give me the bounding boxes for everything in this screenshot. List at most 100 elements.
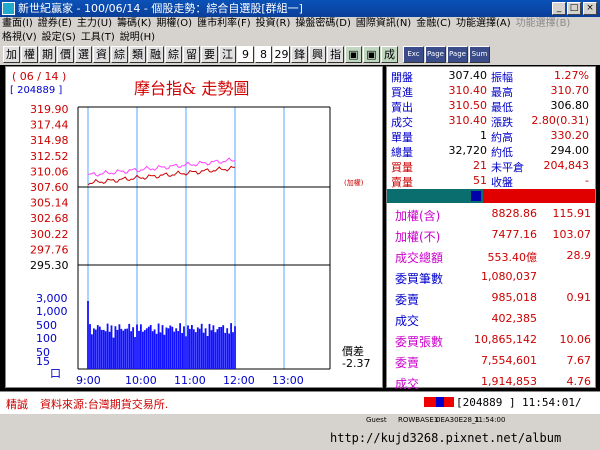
menu-item-3[interactable]: 籌碼(K) [115,17,153,31]
toolbar-button-19[interactable]: ▣ [345,46,362,63]
menu-item-2[interactable]: 主力(U) [75,17,114,31]
menu-item-6[interactable]: 投資(R) [254,17,293,31]
toolbar-button-3[interactable]: 價 [57,46,74,63]
volume-tick-6: 口 [50,367,61,380]
toolbar-button-18[interactable]: 指 [327,46,344,63]
quote-label2-0: 振幅 [491,71,513,84]
menu-bar: 畫面(I) 證券(E) 主力(U) 籌碼(K) 期權(O) 匯市利率(F) 投資(R) 操盤密… [0,17,600,31]
task-item-1: ROWBASE1 [398,416,439,424]
toolbar-button-15[interactable]: 29 [273,46,290,63]
chart-panel: ( 06 / 14 ) [ 204889 ] 摩台指& 走勢圖 319.90 31… [5,66,383,388]
menu-item-11[interactable]: 功能選擇(B) [514,17,573,31]
toolbar-icon-button-0[interactable]: Exc [403,46,424,63]
quote-label-3: 成交 [391,116,413,129]
menu-item-7[interactable]: 操盤密碼(D) [293,17,353,31]
minimize-button[interactable]: _ [552,2,566,15]
task-item-0: Guest [366,416,387,424]
toolbar-button-21[interactable]: 成 [381,46,398,63]
toolbar-button-7[interactable]: 類 [129,46,146,63]
time-tick-2: 11:00 [174,374,206,387]
quote-label-2: 賣出 [391,101,413,114]
price-tick-1: 317.44 [30,119,69,132]
price-tick-6: 305.14 [30,197,69,210]
main-area: ( 06 / 14 ) [ 204889 ] 摩台指& 走勢圖 319.90 31… [0,66,600,391]
menu-item-secondary-0[interactable]: 格視(V) [0,31,39,45]
time-tick-3: 12:00 [223,374,255,387]
toolbar-icon-button-2[interactable]: Page [447,46,468,63]
toolbar-button-16[interactable]: 鋒 [291,46,308,63]
volume-tick-2: 500 [36,319,57,332]
quote-label2-6: 未平倉 [491,161,524,174]
window-title: 新世紀贏家 - 100/06/14 - 個股走勢：綜合自選股[群組一] [18,2,303,15]
toolbar-button-9[interactable]: 綜 [165,46,182,63]
quote-value2-6: 204,843 [543,159,590,172]
menu-item-8[interactable]: 國際資訊(N) [354,17,413,31]
toolbar-button-2[interactable]: 期 [39,46,56,63]
bar-ask [483,189,595,203]
menu-item-1[interactable]: 證券(E) [36,17,74,31]
toolbar-button-1[interactable]: 權 [21,46,38,63]
quote-label2-4: 約高 [491,131,513,144]
toolbar-button-20[interactable]: ▣ [363,46,380,63]
time-tick-4: 13:00 [272,374,304,387]
close-button[interactable]: × [583,2,597,15]
index-label-4: 委賣 [395,293,420,307]
task-item-3: 11:54:00 [474,416,506,424]
index-line [87,157,236,177]
toolbar-button-10[interactable]: 留 [183,46,200,63]
index-value-4: 985,018 [491,291,538,304]
volume-tick-0: 3,000 [36,292,68,305]
menu-item-secondary-1[interactable]: 設定(S) [40,31,78,45]
toolbar-button-0[interactable]: 加 [3,46,20,63]
menu-item-secondary-2[interactable]: 工具(T) [79,31,117,45]
quote-value2-2: 306.80 [550,99,590,112]
toolbar-button-11[interactable]: 要 [201,46,218,63]
index-value-8: 1,914,853 [481,375,537,388]
status-color-box [424,397,454,407]
time-tick-1: 10:00 [125,374,157,387]
toolbar-button-14[interactable]: 8 [255,46,272,63]
index-change-8: 4.76 [566,375,592,388]
toolbar-button-8[interactable]: 融 [147,46,164,63]
menu-item-4[interactable]: 期權(O) [154,17,194,31]
price-line [87,165,236,186]
index-change-0: 115.91 [552,207,592,220]
volume-tick-1: 1,000 [36,305,68,318]
toolbar-button-6[interactable]: 綜 [111,46,128,63]
quote-value2-4: 330.20 [550,129,590,142]
toolbar-button-5[interactable]: 資 [93,46,110,63]
price-tick-2: 314.98 [30,134,69,147]
menu-item-0[interactable]: 畫面(I) [0,17,35,31]
toolbar-button-4[interactable]: 選 [75,46,92,63]
app-icon [2,2,15,15]
quote-label2-3: 漲跌 [491,116,513,129]
quote-label-0: 開盤 [391,71,413,84]
quote-label-6: 買量 [391,161,413,174]
status-source: 資料來源:台灣期貨交易所. [40,398,169,411]
menu-item-10[interactable]: 功能選擇(A) [454,17,513,31]
menu-item-secondary-3[interactable]: 說明(H) [118,31,157,45]
quote-label-4: 單量 [391,131,413,144]
toolbar-button-17[interactable]: 興 [309,46,326,63]
quote-value2-3: 2.80(0.31) [531,114,589,127]
toolbar: 加權期價選資綜類融綜留要江 9 8 29 鋒興指 ▣ ▣ 成 Exc Page Page Sum [0,45,600,65]
maximize-button[interactable]: □ [567,2,581,15]
index-value-0: 8828.86 [491,207,538,220]
toolbar-button-13[interactable]: 9 [237,46,254,63]
quote-label2-7: 收盤 [491,176,513,189]
quote-value-6: 21 [473,159,487,172]
quote-value2-7: - [585,174,589,187]
toolbar-button-12[interactable]: 江 [219,46,236,63]
index-value-6: 10,865,142 [474,333,537,346]
toolbar-icon-button-1[interactable]: Page [425,46,446,63]
quote-label2-5: 約低 [491,146,513,159]
url-bar: http://kujd3268.pixnet.net/album [0,426,600,450]
menu-item-5[interactable]: 匯市利率(F) [195,17,253,31]
toolbar-icon-button-3[interactable]: Sum [469,46,490,63]
volume-tick-5: 15 [36,355,50,368]
index-label-6: 委買張數 [395,335,444,349]
menu-item-9[interactable]: 金融(C) [414,17,453,31]
quote-value-2: 310.50 [448,99,488,112]
price-tick-8: 300.22 [30,228,69,241]
quote-value2-1: 310.70 [550,84,590,97]
